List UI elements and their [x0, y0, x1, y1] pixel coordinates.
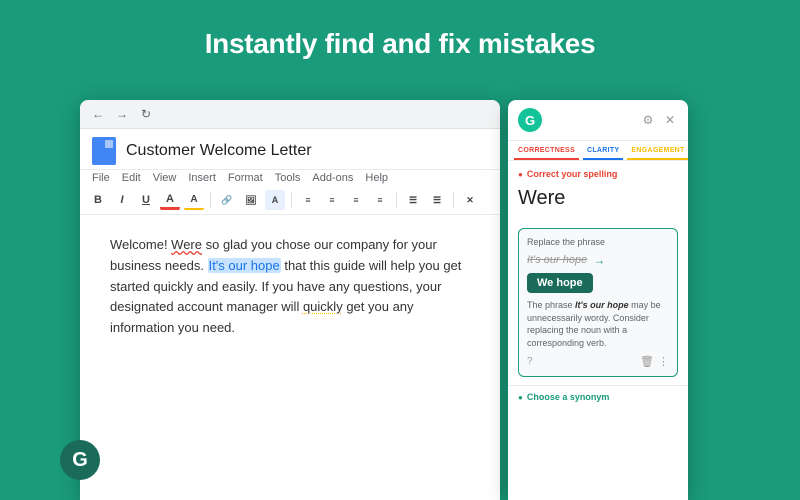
strikethrough-button[interactable]: A: [160, 190, 180, 210]
back-button[interactable]: ←: [90, 106, 106, 122]
menu-view[interactable]: View: [153, 172, 177, 184]
menu-addons[interactable]: Add-ons: [312, 172, 353, 184]
close-icon[interactable]: ✕: [662, 112, 678, 128]
menu-file[interactable]: File: [92, 172, 110, 184]
tab-correctness[interactable]: CORRECTNESS: [514, 145, 579, 156]
card-footer: ? 🗑 ⋮: [527, 355, 669, 368]
menu-help[interactable]: Help: [365, 172, 388, 184]
grammarly-logo: G: [518, 108, 542, 132]
docs-body: Welcome! Were so glad you chose our comp…: [80, 215, 500, 415]
toolbar-divider-3: [396, 192, 397, 208]
align-right[interactable]: ≡: [346, 190, 366, 210]
arrow-icon: →: [593, 253, 605, 267]
spelling-label: Correct your spelling: [518, 169, 678, 179]
suggestion-card: Replace the phrase It's our hope → We ho…: [518, 228, 678, 377]
suggestion-header: Replace the phrase: [527, 237, 669, 247]
more-icon[interactable]: ⋮: [658, 355, 669, 368]
old-phrase: It's our hope: [527, 254, 587, 266]
spelling-word: Were: [518, 183, 678, 214]
bottom-g-icon: G: [60, 440, 100, 480]
bg-color-button[interactable]: A: [265, 190, 285, 210]
grammarly-panel: G ⚙ ✕ CORRECTNESS CLARITY ENGAGEMENT DEL…: [508, 100, 688, 500]
menu-edit[interactable]: Edit: [122, 172, 141, 184]
panel-tabs: CORRECTNESS CLARITY ENGAGEMENT DELIVERY: [508, 141, 688, 161]
forward-button[interactable]: →: [114, 106, 130, 122]
settings-icon[interactable]: ⚙: [640, 112, 656, 128]
list-bullet[interactable]: ☰: [403, 190, 423, 210]
image-button[interactable]: 🖼: [241, 190, 261, 210]
synonym-word: quickly: [303, 299, 343, 314]
reload-button[interactable]: ↻: [138, 106, 154, 122]
spelling-section: Correct your spelling Were: [508, 161, 688, 222]
content-area: ← → ↻ Customer Welcome Letter File Edit …: [80, 100, 780, 500]
menu-tools[interactable]: Tools: [275, 172, 301, 184]
clear-format[interactable]: ✕: [460, 190, 480, 210]
doc-title: Customer Welcome Letter: [126, 142, 312, 160]
card-actions: 🗑 ⋮: [640, 355, 669, 368]
toolbar-divider-4: [453, 192, 454, 208]
choose-synonym[interactable]: Choose a synonym: [508, 385, 688, 408]
link-button[interactable]: 🔗: [217, 190, 237, 210]
bold-button[interactable]: B: [88, 190, 108, 210]
docs-window: ← → ↻ Customer Welcome Letter File Edit …: [80, 100, 500, 500]
docs-menu-bar: File Edit View Insert Format Tools Add-o…: [80, 170, 500, 186]
new-phrase-button[interactable]: We hope: [527, 273, 593, 293]
delete-icon[interactable]: 🗑: [640, 355, 654, 368]
suggestion-section: Replace the phrase It's our hope → We ho…: [508, 228, 688, 385]
menu-insert[interactable]: Insert: [188, 172, 216, 184]
docs-toolbar: B I U A A 🔗 🖼 A ≡ ≡ ≡ ≡ ☰ ☰ ✕: [80, 186, 500, 215]
docs-header: Customer Welcome Letter: [80, 129, 500, 170]
menu-format[interactable]: Format: [228, 172, 263, 184]
justify[interactable]: ≡: [370, 190, 390, 210]
panel-header: G ⚙ ✕: [508, 100, 688, 141]
highlighted-phrase: It's our hope: [208, 258, 281, 273]
toolbar-divider-2: [291, 192, 292, 208]
doc-paragraph: Welcome! Were so glad you chose our comp…: [110, 235, 470, 339]
tab-engagement[interactable]: ENGAGEMENT: [627, 145, 688, 156]
italic-button[interactable]: I: [112, 190, 132, 210]
toolbar-divider-1: [210, 192, 211, 208]
align-left[interactable]: ≡: [298, 190, 318, 210]
docs-titlebar: ← → ↻: [80, 100, 500, 129]
replace-row: It's our hope →: [527, 253, 669, 267]
misspelled-word: Were: [171, 237, 202, 252]
tab-clarity[interactable]: CLARITY: [583, 145, 623, 156]
underline-button[interactable]: U: [136, 190, 156, 210]
text-color-button[interactable]: A: [184, 190, 204, 210]
docs-file-icon: [92, 137, 116, 165]
bottom-grammarly-logo: G: [60, 440, 100, 480]
suggestion-description: The phrase It's our hope may be unnecess…: [527, 299, 669, 349]
help-icon[interactable]: ?: [527, 356, 533, 367]
align-center[interactable]: ≡: [322, 190, 342, 210]
hero-title: Instantly find and fix mistakes: [0, 0, 800, 60]
panel-header-icons: ⚙ ✕: [640, 112, 678, 128]
list-number[interactable]: ☰: [427, 190, 447, 210]
